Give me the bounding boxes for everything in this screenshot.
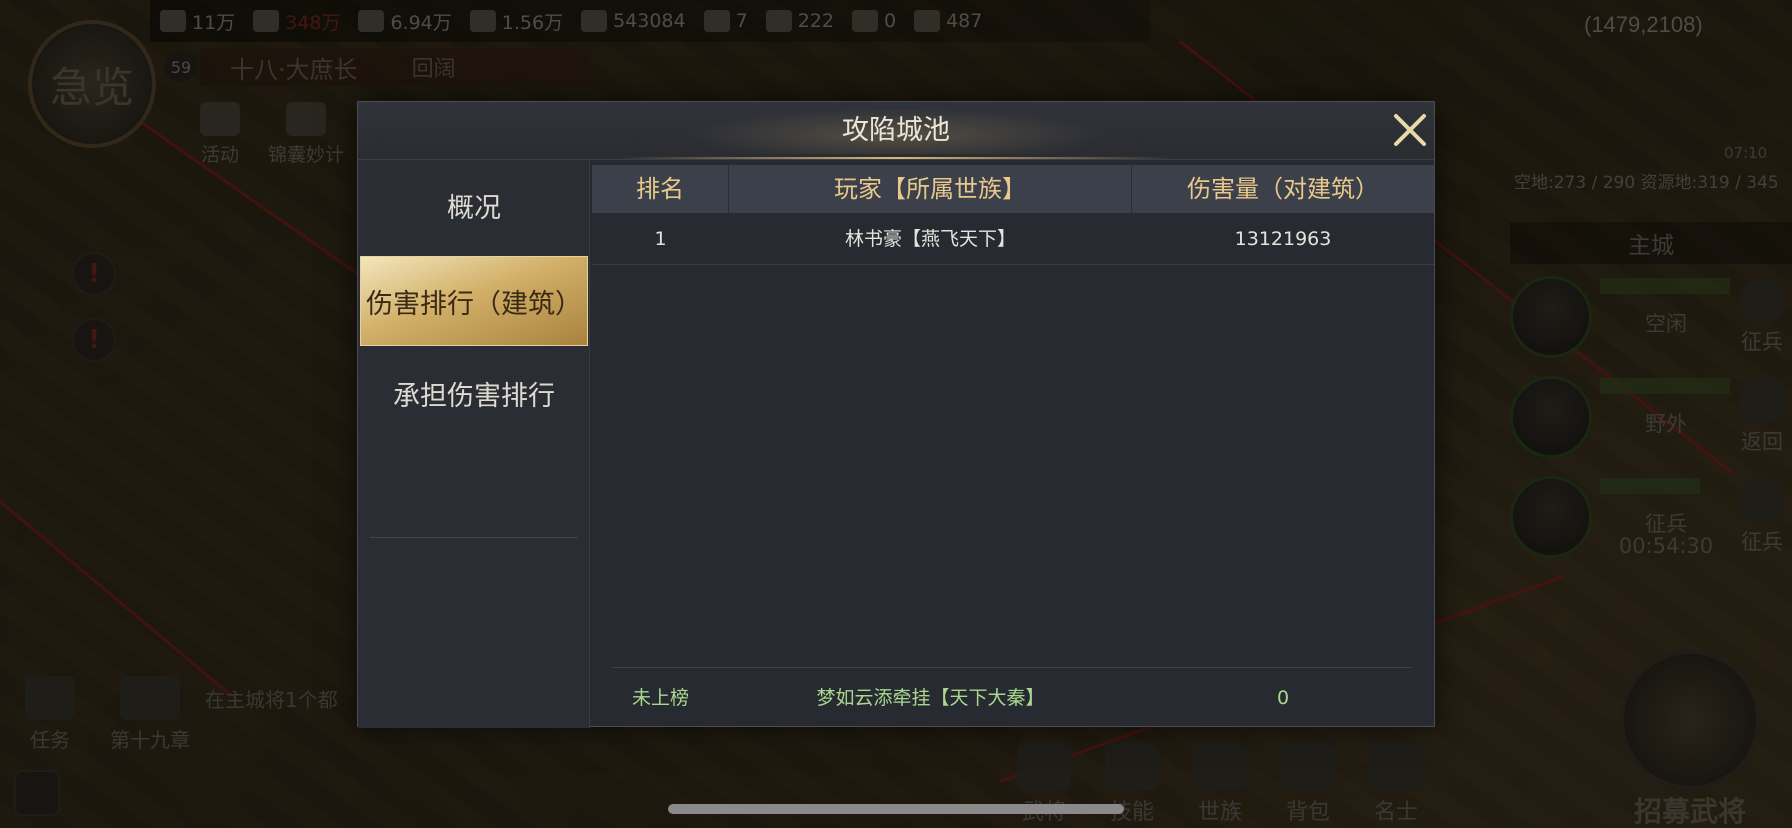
self-row-divider — [612, 667, 1412, 668]
tab-divider — [370, 537, 578, 538]
self-damage-cell: 0 — [1276, 687, 1290, 709]
captured-city-dialog: 攻陷城池 概况 伤害排行（建筑） 承担伤害排行 排名 玩家【所属世族】 伤害量（… — [357, 101, 1435, 728]
ranking-table: 排名 玩家【所属世族】 伤害量（对建筑） 1 林书豪【燕飞天下】 1312196… — [592, 165, 1434, 727]
tab-label: 伤害排行（建筑） — [366, 288, 582, 320]
close-button[interactable] — [1386, 106, 1434, 154]
column-header-rank: 排名 — [592, 165, 729, 213]
tab-list: 概况 伤害排行（建筑） 承担伤害排行 — [358, 160, 590, 728]
self-player-cell: 梦如云添牵挂【天下大秦】 — [816, 687, 1045, 709]
dialog-header: 攻陷城池 — [358, 102, 1434, 160]
close-icon — [1394, 114, 1426, 146]
table-row[interactable]: 1 林书豪【燕飞天下】 13121963 — [592, 213, 1434, 265]
tab-overview[interactable]: 概况 — [360, 160, 588, 250]
column-header-damage: 伤害量（对建筑） — [1187, 175, 1379, 203]
self-rank-cell: 未上榜 — [631, 687, 689, 709]
damage-cell: 13121963 — [1234, 228, 1332, 250]
table-header: 排名 玩家【所属世族】 伤害量（对建筑） — [592, 165, 1434, 213]
home-indicator[interactable] — [668, 804, 1124, 814]
tab-damage-taken-ranking[interactable]: 承担伤害排行 — [360, 348, 588, 438]
tab-label: 承担伤害排行 — [393, 380, 555, 412]
tab-label: 概况 — [447, 192, 501, 224]
rank-cell: 1 — [654, 228, 667, 250]
column-header-player: 玩家【所属世族】 — [729, 165, 1132, 213]
self-rank-row: 未上榜 梦如云添牵挂【天下大秦】 0 — [592, 673, 1434, 723]
dialog-title: 攻陷城池 — [842, 115, 950, 146]
tab-building-damage-ranking[interactable]: 伤害排行（建筑） — [360, 256, 588, 346]
player-cell: 林书豪【燕飞天下】 — [844, 228, 1016, 250]
